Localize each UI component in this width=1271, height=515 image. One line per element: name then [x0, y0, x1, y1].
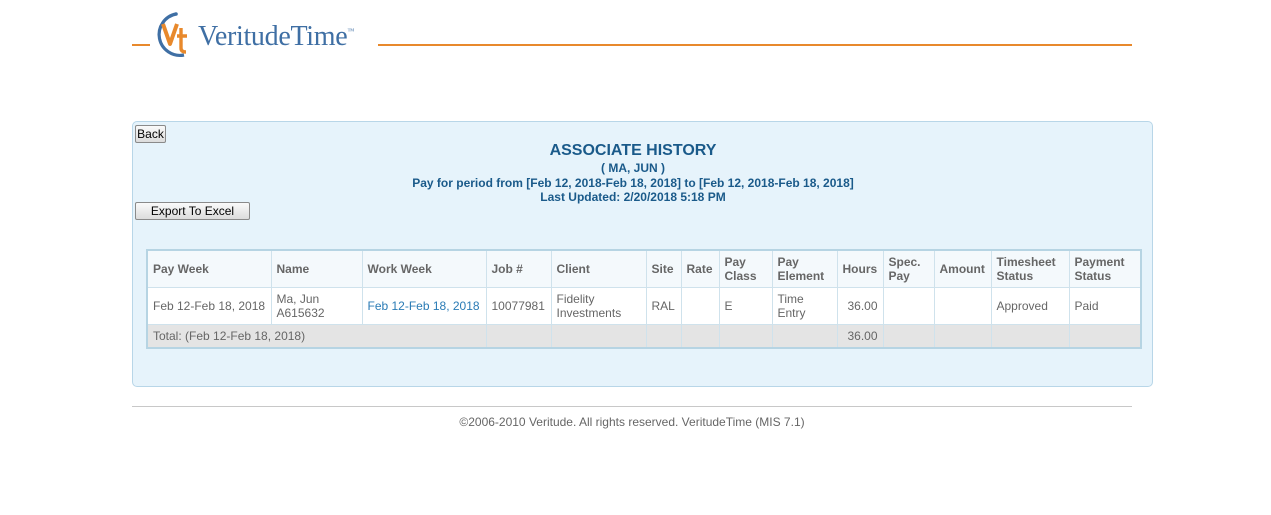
col-spec-pay: Spec. Pay [882, 249, 935, 288]
cell-rate [680, 287, 720, 325]
cell-pay-class: E [718, 287, 773, 325]
header-rule-left [132, 44, 150, 46]
export-to-excel-button[interactable]: Export To Excel [135, 202, 250, 220]
total-hours: 36.00 [836, 324, 884, 349]
total-label: Total: (Feb 12-Feb 18, 2018) [146, 324, 487, 349]
logo-wordmark: VeritudeTime™ [198, 21, 354, 52]
cell-spec-pay [882, 287, 935, 325]
col-work-week: Work Week [361, 249, 487, 288]
veritudetime-logo: VeritudeTime™ [150, 8, 380, 60]
col-site: Site [645, 249, 682, 288]
title-block: ASSOCIATE HISTORY ( MA, JUN ) Pay for pe… [133, 141, 1133, 205]
col-client: Client [550, 249, 647, 288]
cell-timesheet-status: Approved [990, 287, 1070, 325]
cell-client: Fidelity Investments [550, 287, 647, 325]
col-pay-week: Pay Week [146, 249, 272, 288]
vt-logo-mark-icon [157, 12, 187, 57]
footer-copyright: ©2006-2010 Veritude. All rights reserved… [459, 415, 805, 429]
col-name: Name [270, 249, 363, 288]
last-updated: Last Updated: 2/20/2018 5:18 PM [540, 190, 726, 204]
col-payment-status: Payment Status [1068, 249, 1142, 288]
cell-site: RAL [645, 287, 682, 325]
cell-work-week: Feb 12-Feb 18, 2018 [361, 287, 487, 325]
table-total-row: Total: (Feb 12-Feb 18, 2018) 36.00 [146, 324, 1142, 349]
associate-history-panel: Back ASSOCIATE HISTORY ( MA, JUN ) Pay f… [132, 121, 1153, 387]
cell-name: Ma, Jun A615632 [270, 287, 363, 325]
table-header-row: Pay Week Name Work Week Job # Client Sit… [146, 249, 1142, 288]
header-rule-right [378, 44, 1132, 46]
pay-period: Pay for period from [Feb 12, 2018-Feb 18… [412, 175, 854, 190]
col-job: Job # [485, 249, 552, 288]
cell-job: 10077981 [485, 287, 552, 325]
col-amount: Amount [933, 249, 992, 288]
col-rate: Rate [680, 249, 720, 288]
col-timesheet-status: Timesheet Status [990, 249, 1070, 288]
cell-pay-element: Time Entry [771, 287, 838, 325]
table-row: Feb 12-Feb 18, 2018 Ma, Jun A615632 Feb 1… [146, 287, 1142, 325]
page-title: ASSOCIATE HISTORY [549, 142, 717, 159]
col-pay-element: Pay Element [771, 249, 838, 288]
work-week-link[interactable]: Feb 12-Feb 18, 2018 [368, 299, 480, 313]
cell-payment-status: Paid [1068, 287, 1142, 325]
cell-amount [933, 287, 992, 325]
col-pay-class: Pay Class [718, 249, 773, 288]
cell-pay-week: Feb 12-Feb 18, 2018 [146, 287, 272, 325]
footer-divider [132, 406, 1132, 407]
associate-name: ( MA, JUN ) [601, 161, 665, 175]
history-table: Pay Week Name Work Week Job # Client Sit… [146, 249, 1142, 349]
col-hours: Hours [836, 249, 884, 288]
cell-hours: 36.00 [836, 287, 884, 325]
